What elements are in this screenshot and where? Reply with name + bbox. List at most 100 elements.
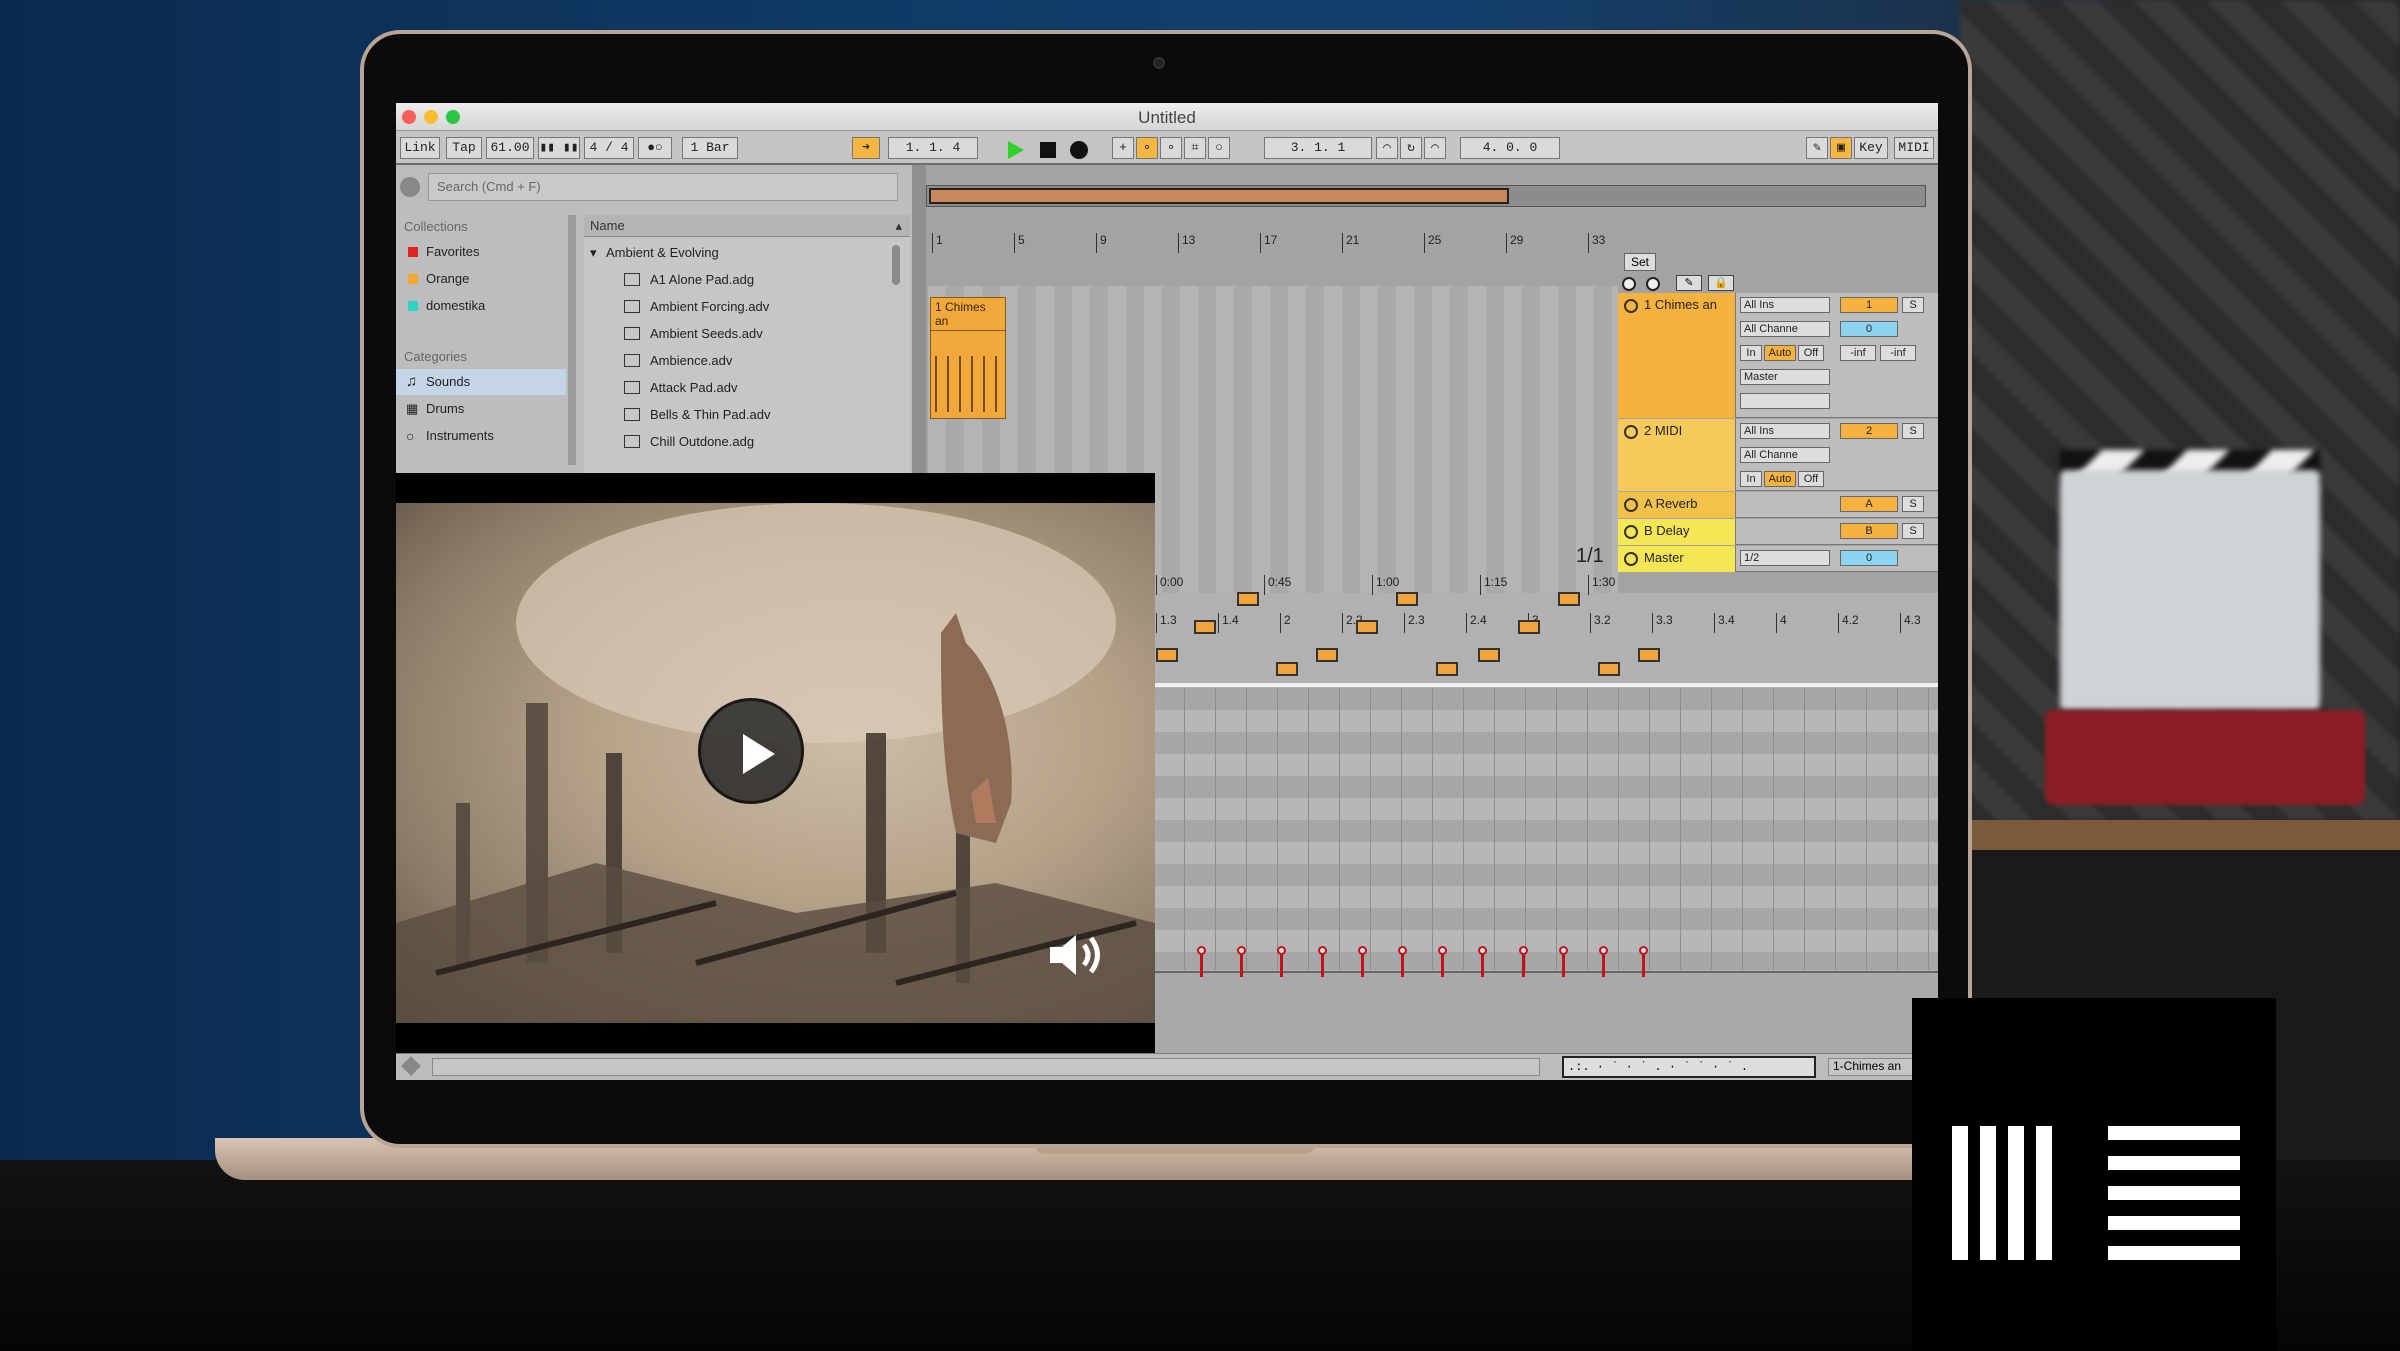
return-track-a[interactable]: A Reverb A S [1618,492,1938,518]
position-field[interactable]: 1. 1. 4 [888,137,978,159]
output-channel-menu[interactable]: 1/2 [1740,550,1830,566]
tempo-field[interactable]: 61.00 [486,137,534,159]
midi-note[interactable] [1478,648,1500,662]
video-player[interactable] [396,473,1155,1053]
midi-note[interactable] [1276,662,1298,676]
time-signature-field[interactable]: 4 / 4 [584,137,634,159]
midi-note[interactable] [1396,592,1418,606]
velocity-handle[interactable] [1599,946,1608,955]
automation-arm-icon[interactable]: ∘ [1136,137,1158,159]
list-item[interactable]: Ambient Seeds.adv [624,320,763,347]
track-number[interactable]: 1 [1840,297,1898,313]
return-track-b[interactable]: B Delay B S [1618,519,1938,545]
arrangement-overview[interactable] [926,185,1926,207]
input-channel-menu[interactable]: All Channe [1740,321,1830,337]
loop-start-field[interactable]: 3. 1. 1 [1264,137,1372,159]
monitor-in-button[interactable]: In [1740,345,1762,361]
velocity-handle[interactable] [1317,946,1327,955]
track-name[interactable]: 2 MIDI [1618,419,1736,491]
track-name[interactable]: A Reverb [1618,492,1736,518]
track-activator-icon[interactable] [1624,299,1638,313]
track-name[interactable]: B Delay [1618,519,1736,545]
midi-note[interactable] [1598,662,1620,676]
tap-button[interactable]: Tap [446,137,482,159]
midi-clip[interactable]: 1 Chimes an [930,297,1006,419]
overview-selection[interactable] [929,188,1509,204]
velocity-handle[interactable] [1518,946,1528,955]
sidebar-scrollbar[interactable] [568,215,576,465]
solo-button[interactable]: S [1902,297,1924,313]
track-activator-icon[interactable] [1624,552,1638,566]
radio-icon[interactable] [1646,277,1660,291]
track-name[interactable]: Master [1618,546,1736,572]
list-item[interactable]: Ambient Forcing.adv [624,293,769,320]
collection-item-domestika[interactable]: domestika [396,293,566,319]
track-activator-icon[interactable] [1624,525,1638,539]
input-type-menu[interactable]: All Ins [1740,297,1830,313]
velocity-lane[interactable] [1154,971,1938,1053]
midi-note[interactable] [1638,648,1660,662]
list-item[interactable]: Bells & Thin Pad.adv [624,401,770,428]
output-channel-menu[interactable] [1740,393,1830,409]
collection-item-favorites[interactable]: Favorites [396,239,566,265]
midi-map-button[interactable]: MIDI [1894,137,1934,159]
midi-note[interactable] [1156,648,1178,662]
loop-switch-icon[interactable]: ↻ [1400,137,1422,159]
search-input[interactable]: Search (Cmd + F) [428,173,898,201]
punch-out-icon[interactable]: ⌒ [1424,137,1446,159]
input-channel-menu[interactable]: All Channe [1740,447,1830,463]
follow-icon[interactable]: ➜ [852,137,880,159]
clip-overview[interactable]: .:. · ˙ · ˙ . · ˙ ˙ · ˙ . [1562,1056,1816,1078]
solo-button[interactable]: S [1902,423,1924,439]
info-view-icon[interactable] [401,1056,421,1076]
track-1[interactable]: 1 Chimes an All Ins All Channe In Auto O… [1618,293,1938,418]
track-activator-icon[interactable] [1624,498,1638,512]
track-number[interactable]: B [1840,523,1898,539]
input-type-menu[interactable]: All Ins [1740,423,1830,439]
play-button[interactable] [698,698,804,804]
folder-item[interactable]: ▾ Ambient & Evolving [590,239,719,266]
capture-icon[interactable]: ⌗ [1184,137,1206,159]
solo-button[interactable]: S [1902,523,1924,539]
play-button[interactable] [1008,141,1024,159]
record-button[interactable] [1070,141,1088,159]
session-record-icon[interactable]: ∘ [1160,137,1182,159]
category-item-instruments[interactable]: ○ Instruments [396,423,566,449]
stop-button[interactable] [1040,142,1056,158]
radio-icon[interactable] [1622,277,1636,291]
solo-button[interactable]: S [1902,496,1924,512]
metronome-icon[interactable]: ●○ [638,137,672,159]
monitor-auto-button[interactable]: Auto [1764,345,1796,361]
volume-field[interactable]: 0 [1840,321,1898,337]
pencil-icon[interactable]: ✎ [1676,275,1702,291]
track-number[interactable]: 0 [1840,550,1898,566]
key-map-icon[interactable]: ▣ [1830,137,1852,159]
output-menu[interactable]: Master [1740,369,1830,385]
midi-note[interactable] [1194,620,1216,634]
monitor-in-button[interactable]: In [1740,471,1762,487]
key-map-button[interactable]: Key [1854,137,1888,159]
punch-in-icon[interactable]: ⌒ [1376,137,1398,159]
list-item[interactable]: Chill Outdone.adg [624,428,754,455]
monitor-off-button[interactable]: Off [1798,471,1824,487]
speaker-icon[interactable] [1046,930,1106,980]
velocity-handle[interactable] [1357,946,1367,955]
loop-length-field[interactable]: 4. 0. 0 [1460,137,1560,159]
master-track[interactable]: Master 1/2 0 [1618,546,1938,572]
file-list-scrollbar[interactable] [892,245,900,285]
track-number[interactable]: 2 [1840,423,1898,439]
link-button[interactable]: Link [400,137,440,159]
midi-note[interactable] [1316,648,1338,662]
name-column-header[interactable]: Name ▴ [584,215,910,237]
monitor-auto-button[interactable]: Auto [1764,471,1796,487]
velocity-handle[interactable] [1558,946,1568,955]
list-item[interactable]: Ambience.adv [624,347,732,374]
midi-note[interactable] [1356,620,1378,634]
collection-item-orange[interactable]: Orange [396,266,566,292]
piano-roll-grid[interactable] [1154,688,1938,970]
track-2[interactable]: 2 MIDI All Ins All Channe In Auto Off 2 … [1618,419,1938,491]
set-button[interactable]: Set [1624,253,1657,271]
list-item[interactable]: A1 Alone Pad.adg [624,266,754,293]
loop-brace[interactable] [1154,683,1938,687]
midi-note[interactable] [1518,620,1540,634]
